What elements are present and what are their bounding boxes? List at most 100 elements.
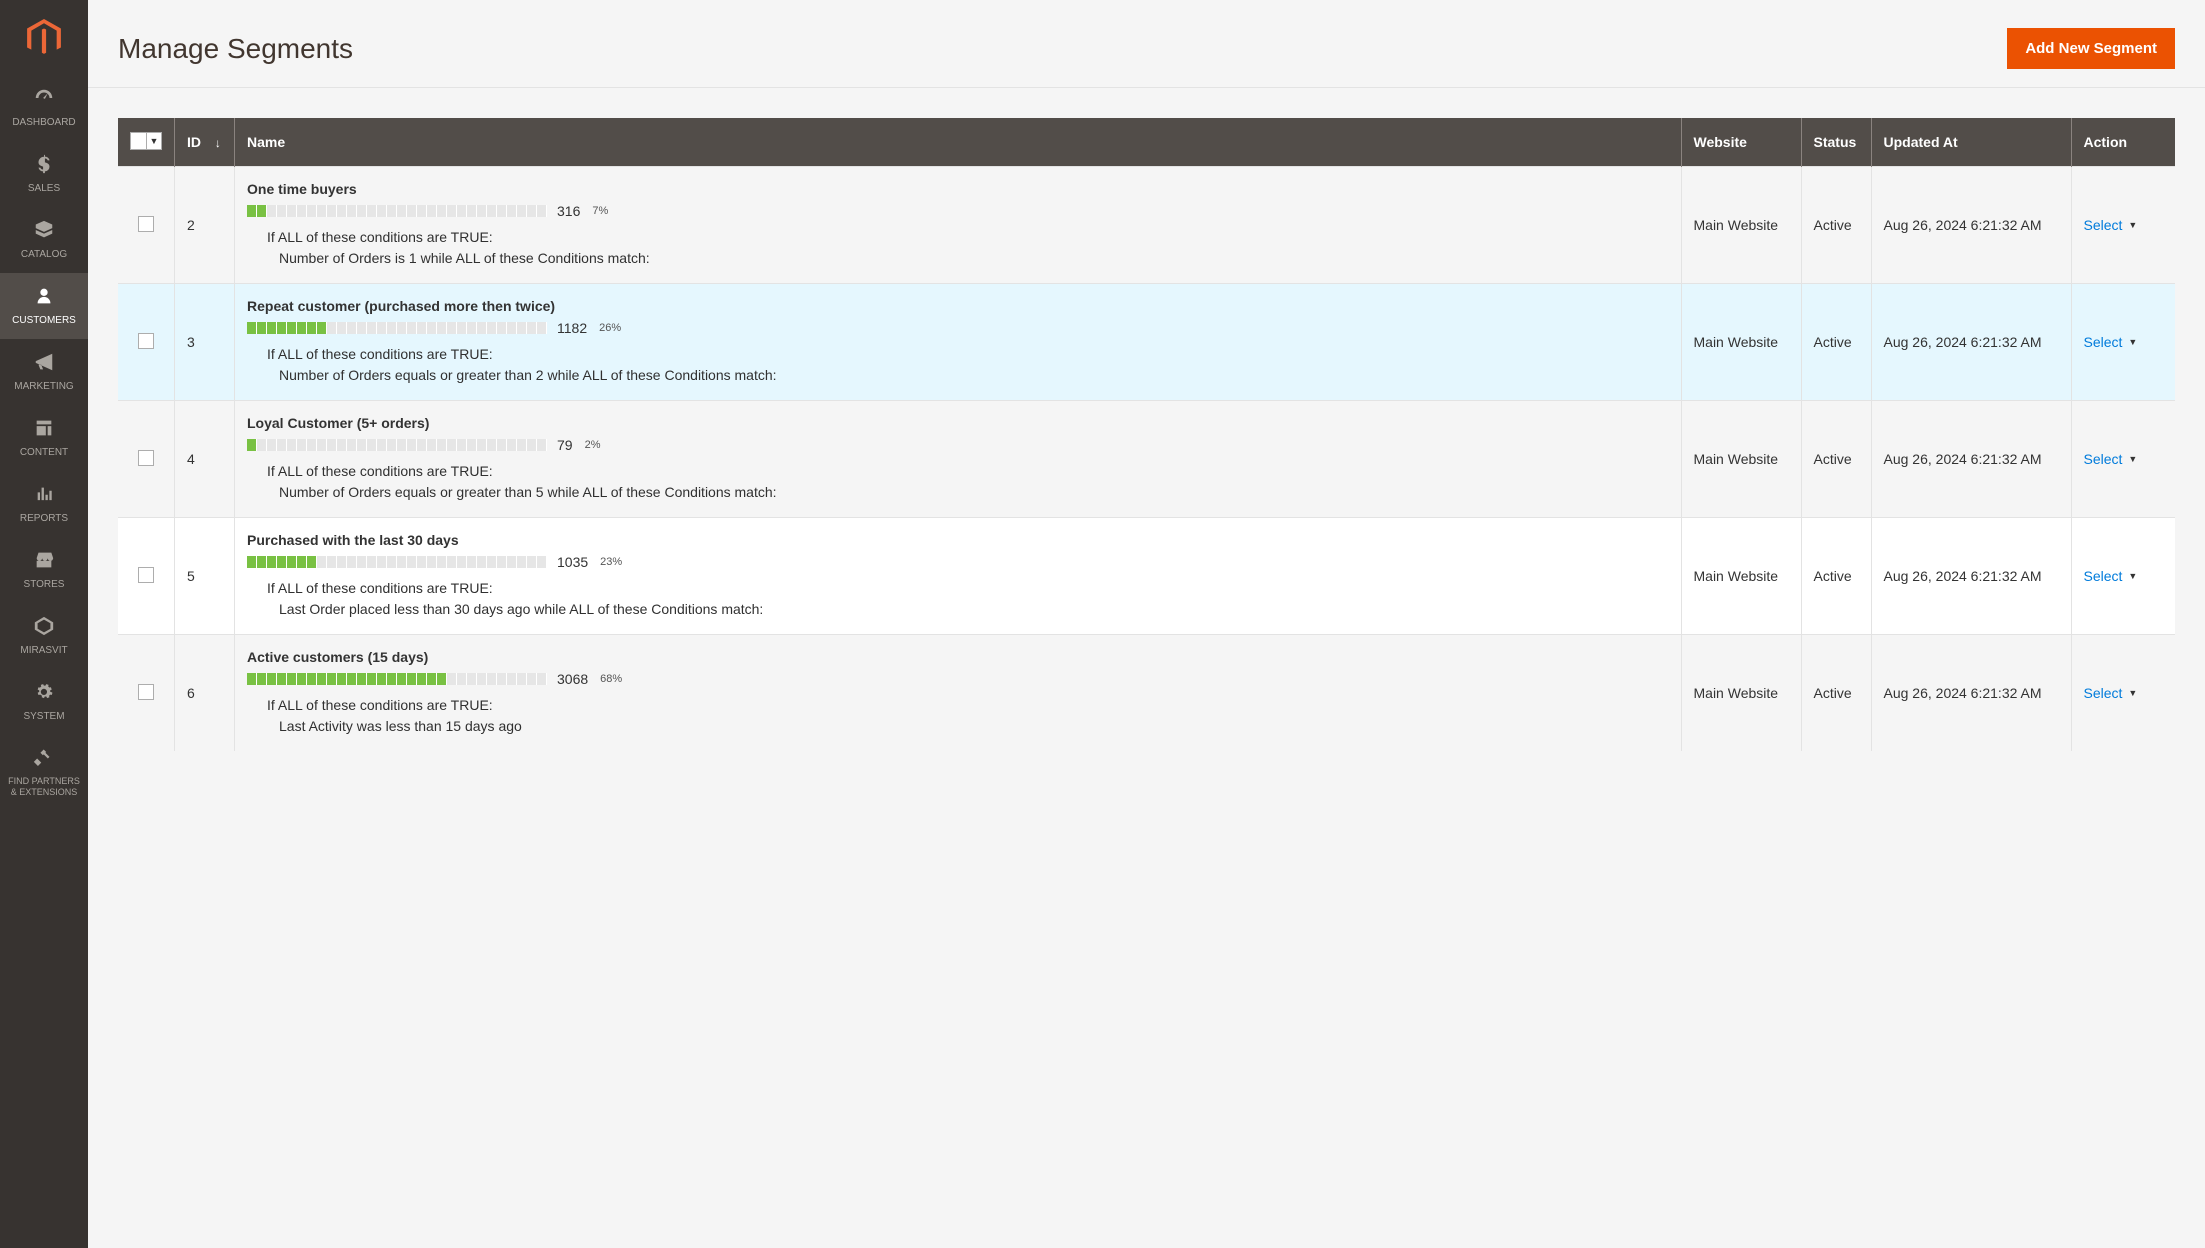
segment-name: Purchased with the last 30 days bbox=[247, 532, 1669, 548]
row-checkbox[interactable] bbox=[138, 333, 154, 349]
system-icon bbox=[33, 681, 55, 707]
cell-name: Purchased with the last 30 days103523%If… bbox=[235, 518, 1682, 635]
segment-name: Repeat customer (purchased more then twi… bbox=[247, 298, 1669, 314]
column-updated-at[interactable]: Updated At bbox=[1871, 118, 2071, 167]
sidebar-item-dashboard[interactable]: DASHBOARD bbox=[0, 75, 88, 141]
segment-percent: 26% bbox=[599, 322, 621, 334]
sort-descending-icon: ↓ bbox=[215, 136, 221, 150]
select-action-label: Select bbox=[2084, 334, 2123, 350]
cell-action: Select ▼ bbox=[2071, 284, 2175, 401]
cell-updated-at: Aug 26, 2024 6:21:32 AM bbox=[1871, 518, 2071, 635]
row-checkbox[interactable] bbox=[138, 567, 154, 583]
column-updated-at-label: Updated At bbox=[1884, 134, 1958, 150]
cell-id: 5 bbox=[175, 518, 235, 635]
cell-website: Main Website bbox=[1681, 401, 1801, 518]
segment-percent: 2% bbox=[585, 439, 601, 451]
segment-count: 1035 bbox=[557, 554, 588, 570]
cell-id: 2 bbox=[175, 167, 235, 284]
row-checkbox[interactable] bbox=[138, 216, 154, 232]
chevron-down-icon: ▼ bbox=[2128, 220, 2137, 230]
table-row[interactable]: 3 Repeat customer (purchased more then tw… bbox=[118, 284, 2175, 401]
cell-updated-at: Aug 26, 2024 6:21:32 AM bbox=[1871, 167, 2071, 284]
cell-status: Active bbox=[1801, 401, 1871, 518]
segment-percent: 68% bbox=[600, 673, 622, 685]
cell-website: Main Website bbox=[1681, 635, 1801, 752]
partners-icon bbox=[33, 747, 55, 772]
cell-updated-at: Aug 26, 2024 6:21:32 AM bbox=[1871, 284, 2071, 401]
cell-action: Select▼ bbox=[2071, 635, 2175, 752]
sidebar-item-sales[interactable]: SALES bbox=[0, 141, 88, 207]
page-header: Manage Segments Add New Segment bbox=[88, 0, 2205, 87]
condition-heading: If ALL of these conditions are TRUE: bbox=[267, 344, 1669, 365]
progress-bar bbox=[247, 673, 547, 685]
select-action-dropdown[interactable]: Select ▼ bbox=[2084, 334, 2138, 350]
sidebar-item-label: CATALOG bbox=[21, 249, 67, 261]
conditions-block: If ALL of these conditions are TRUE:Last… bbox=[247, 695, 1669, 737]
condition-body: Number of Orders equals or greater than … bbox=[267, 482, 1669, 503]
sidebar-item-catalog[interactable]: CATALOG bbox=[0, 207, 88, 273]
content-icon bbox=[33, 417, 55, 443]
select-action-dropdown[interactable]: Select ▼ bbox=[2084, 217, 2138, 233]
segment-name: Active customers (15 days) bbox=[247, 649, 1669, 665]
sidebar-item-label: FIND PARTNERS & EXTENSIONS bbox=[4, 776, 84, 798]
progress-bar bbox=[247, 205, 547, 217]
sidebar-item-mirasvit[interactable]: MIRASVIT bbox=[0, 603, 88, 669]
sidebar-item-system[interactable]: SYSTEM bbox=[0, 669, 88, 735]
magento-logo[interactable] bbox=[0, 0, 88, 75]
reports-icon bbox=[33, 483, 55, 509]
table-row[interactable]: 2One time buyers3167%If ALL of these con… bbox=[118, 167, 2175, 284]
progress-bar bbox=[247, 556, 547, 568]
sidebar-item-marketing[interactable]: MARKETING bbox=[0, 339, 88, 405]
magento-logo-icon bbox=[27, 19, 61, 57]
segment-count: 3068 bbox=[557, 671, 588, 687]
chevron-down-icon: ▼ bbox=[147, 133, 161, 149]
sidebar-item-partners[interactable]: FIND PARTNERS & EXTENSIONS bbox=[0, 735, 88, 809]
cell-status: Active bbox=[1801, 635, 1871, 752]
main-content: Manage Segments Add New Segment ▼ ID ↓ bbox=[88, 0, 2205, 1248]
column-status[interactable]: Status bbox=[1801, 118, 1871, 167]
cell-name: Active customers (15 days) 3068 68% If ALL … bbox=[235, 635, 1682, 752]
column-name[interactable]: Name bbox=[235, 118, 1682, 167]
table-row[interactable]: 6 Active customers (15 days) 3068 68% If ALL… bbox=[118, 635, 2175, 752]
segment-percent: 7% bbox=[592, 205, 608, 217]
add-new-segment-button[interactable]: Add New Segment bbox=[2007, 28, 2175, 69]
select-action-label: Select bbox=[2084, 217, 2123, 233]
row-checkbox[interactable] bbox=[138, 684, 154, 700]
select-action-dropdown[interactable]: Select▼ bbox=[2084, 685, 2138, 701]
cell-website: Main Website bbox=[1681, 518, 1801, 635]
cell-id: 3 bbox=[175, 284, 235, 401]
sidebar-item-label: SYSTEM bbox=[23, 711, 64, 723]
column-id[interactable]: ID ↓ bbox=[175, 118, 235, 167]
segment-count: 316 bbox=[557, 203, 580, 219]
chevron-down-icon: ▼ bbox=[2128, 337, 2137, 347]
cell-name: One time buyers3167%If ALL of these cond… bbox=[235, 167, 1682, 284]
select-action-dropdown[interactable]: Select▼ bbox=[2084, 568, 2138, 584]
sidebar-item-customers[interactable]: CUSTOMERS bbox=[0, 273, 88, 339]
column-status-label: Status bbox=[1814, 134, 1857, 150]
cell-id: 6 bbox=[175, 635, 235, 752]
segment-name: Loyal Customer (5+ orders) bbox=[247, 415, 1669, 431]
conditions-block: If ALL of these conditions are TRUE:Numb… bbox=[247, 227, 1669, 269]
column-action-label: Action bbox=[2084, 134, 2128, 150]
sidebar-item-reports[interactable]: REPORTS bbox=[0, 471, 88, 537]
select-all-checkbox[interactable]: ▼ bbox=[130, 132, 162, 150]
condition-heading: If ALL of these conditions are TRUE: bbox=[267, 227, 1669, 248]
sidebar-item-label: CUSTOMERS bbox=[12, 315, 76, 327]
select-action-label: Select bbox=[2084, 685, 2123, 701]
column-website[interactable]: Website bbox=[1681, 118, 1801, 167]
column-checkbox[interactable]: ▼ bbox=[118, 118, 175, 167]
sidebar-item-content[interactable]: CONTENT bbox=[0, 405, 88, 471]
sidebar-item-stores[interactable]: STORES bbox=[0, 537, 88, 603]
select-action-label: Select bbox=[2084, 451, 2123, 467]
cell-status: Active bbox=[1801, 167, 1871, 284]
condition-heading: If ALL of these conditions are TRUE: bbox=[267, 695, 1669, 716]
select-action-dropdown[interactable]: Select▼ bbox=[2084, 451, 2138, 467]
table-row[interactable]: 5Purchased with the last 30 days103523%I… bbox=[118, 518, 2175, 635]
table-row[interactable]: 4Loyal Customer (5+ orders)792%If ALL of… bbox=[118, 401, 2175, 518]
row-checkbox[interactable] bbox=[138, 450, 154, 466]
condition-body: Last Activity was less than 15 days ago bbox=[267, 716, 1669, 737]
sales-icon bbox=[33, 153, 55, 179]
condition-heading: If ALL of these conditions are TRUE: bbox=[267, 578, 1669, 599]
column-action: Action bbox=[2071, 118, 2175, 167]
sidebar-item-label: STORES bbox=[24, 579, 65, 591]
